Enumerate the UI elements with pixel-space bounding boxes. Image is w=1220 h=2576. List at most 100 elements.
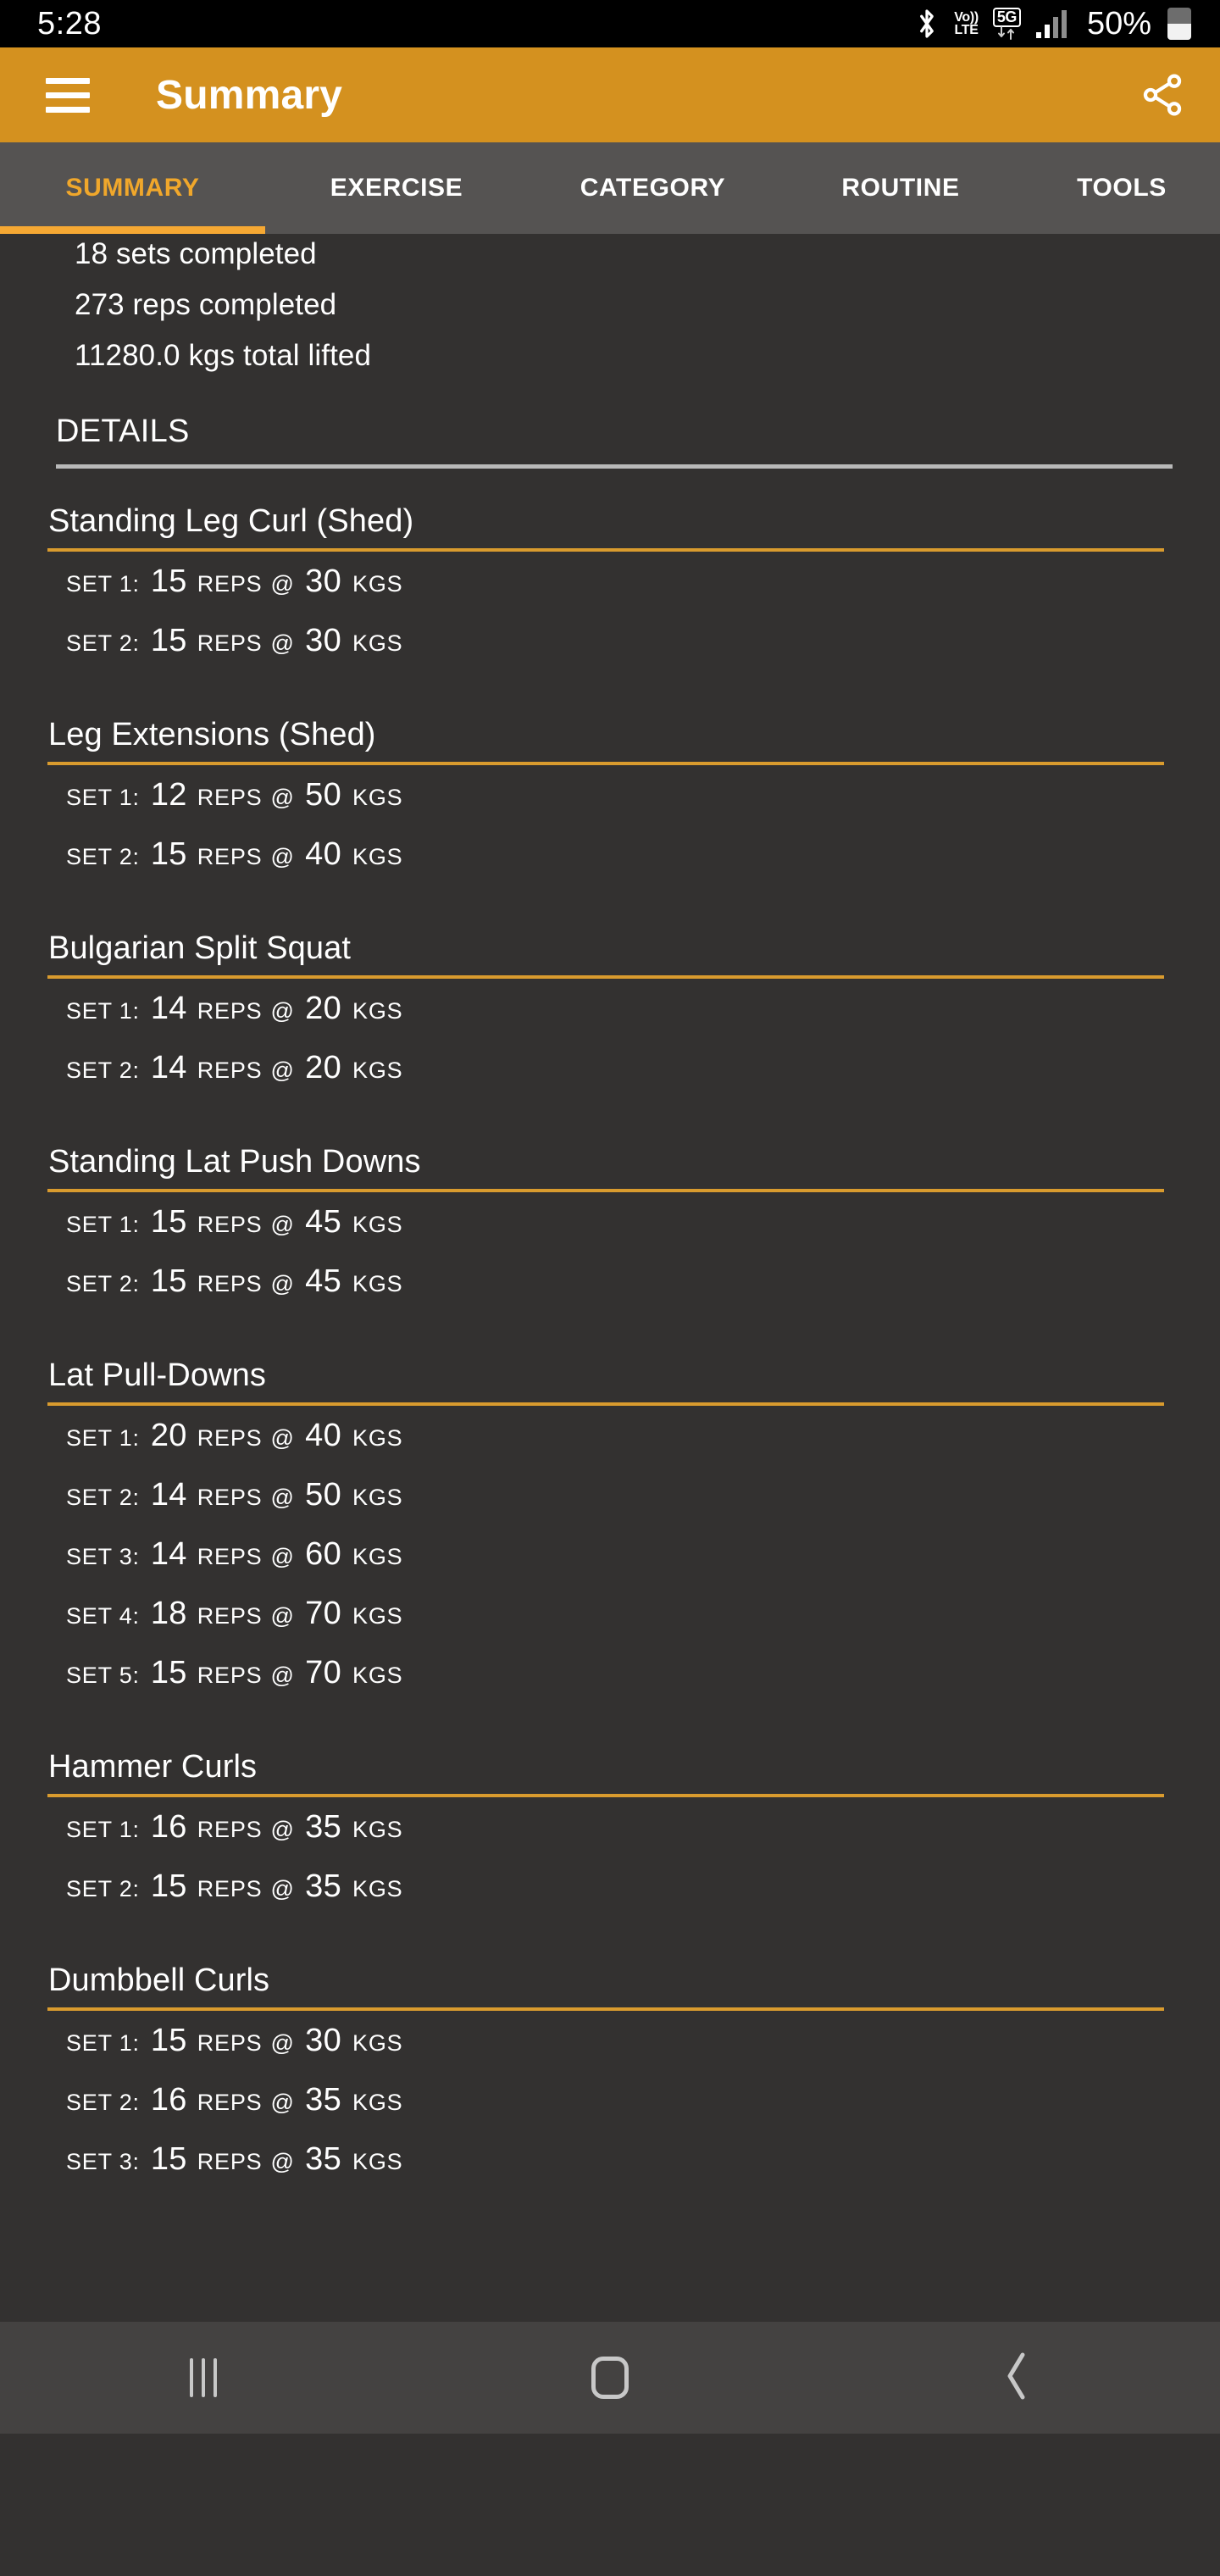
- set-at-symbol: @: [270, 1603, 295, 1629]
- set-list: SET 1: 12 REPS @50 KGS SET 2: 15 REPS @40 KGS: [47, 765, 1173, 896]
- set-row: SET 1: 12 REPS @50 KGS: [66, 777, 1173, 836]
- set-label: SET 2:: [66, 1057, 140, 1083]
- tab-tools[interactable]: TOOLS: [1023, 174, 1220, 203]
- share-icon[interactable]: [1137, 69, 1188, 120]
- set-row: SET 3: 14 REPS @60 KGS: [66, 1536, 1173, 1596]
- exercise-name: Standing Lat Push Downs: [48, 1143, 421, 1180]
- set-reps-unit: REPS: [197, 630, 263, 656]
- set-list: SET 1: 15 REPS @30 KGS SET 2: 15 REPS @30 KGS: [47, 552, 1173, 682]
- set-row: SET 2: 15 REPS @35 KGS: [66, 1868, 1173, 1928]
- exercise-block: Standing Leg Curl (Shed) SET 1: 15 REPS @30 K…: [47, 502, 1173, 682]
- exercise-block: Bulgarian Split Squat SET 1: 14 REPS @20 KGS S…: [47, 930, 1173, 1109]
- set-row: SET 2: 15 REPS @30 KGS: [66, 623, 1173, 682]
- set-weight-unit: KGS: [352, 843, 403, 869]
- set-weight-value: 40: [305, 836, 342, 872]
- set-reps-unit: REPS: [197, 1876, 263, 1902]
- set-label: SET 1:: [66, 1425, 140, 1452]
- exercise-block: Lat Pull-Downs SET 1: 20 REPS @40 KGS SET 2: 14…: [47, 1357, 1173, 1714]
- set-list: SET 1: 20 REPS @40 KGS SET 2: 14 REPS @50 KGS SET …: [47, 1406, 1173, 1714]
- set-reps-unit: REPS: [197, 784, 263, 810]
- set-reps-unit: REPS: [197, 1057, 263, 1083]
- set-label: SET 2:: [66, 843, 140, 869]
- set-reps-value: 15: [150, 1655, 187, 1691]
- app-bar: Summary: [0, 47, 1220, 142]
- set-weight-unit: KGS: [352, 1663, 403, 1689]
- set-weight-value: 30: [305, 563, 342, 599]
- set-row: SET 2: 16 REPS @35 KGS: [66, 2082, 1173, 2141]
- stat-reps-completed: 273 reps completed: [75, 288, 337, 321]
- set-reps-value: 15: [150, 622, 187, 658]
- set-row: SET 2: 15 REPS @40 KGS: [66, 836, 1173, 896]
- set-reps-value: 14: [150, 1049, 187, 1085]
- status-bar: 5:28 Vo)) LTE 5G 50%: [0, 0, 1220, 47]
- set-at-symbol: @: [270, 2090, 295, 2116]
- signal-icon: [1035, 8, 1069, 39]
- set-weight-unit: KGS: [352, 1544, 403, 1570]
- summary-scroll-area[interactable]: 18 sets completed 273 reps completed 112…: [0, 234, 1220, 2434]
- set-reps-value: 14: [150, 1477, 187, 1513]
- exercise-name: Hammer Curls: [48, 1749, 258, 1785]
- set-weight-unit: KGS: [352, 2090, 403, 2116]
- set-at-symbol: @: [270, 997, 295, 1024]
- set-row: SET 1: 14 REPS @20 KGS: [66, 991, 1173, 1050]
- set-label: SET 1:: [66, 2030, 140, 2057]
- hamburger-menu-icon[interactable]: [46, 77, 90, 113]
- home-button[interactable]: [407, 2322, 813, 2434]
- status-bar-icons: Vo)) LTE 5G 50%: [914, 7, 1191, 41]
- recents-button[interactable]: [0, 2322, 407, 2434]
- set-reps-unit: REPS: [197, 1271, 263, 1296]
- set-reps-unit: REPS: [197, 1425, 263, 1452]
- set-row: SET 3: 15 REPS @35 KGS: [66, 2141, 1173, 2201]
- set-at-symbol: @: [270, 570, 295, 597]
- set-list: SET 1: 14 REPS @20 KGS SET 2: 14 REPS @20 KGS: [47, 979, 1173, 1109]
- stat-total-lifted: 11280.0 kgs total lifted: [75, 339, 372, 372]
- set-row: SET 4: 18 REPS @70 KGS: [66, 1596, 1173, 1655]
- set-reps-value: 15: [150, 1868, 187, 1905]
- 5g-icon: 5G: [992, 8, 1021, 40]
- set-label: SET 1:: [66, 1212, 140, 1237]
- exercise-name: Dumbbell Curls: [48, 1963, 270, 1999]
- set-reps-value: 16: [150, 1809, 187, 1846]
- set-weight-unit: KGS: [352, 2149, 403, 2175]
- set-at-symbol: @: [270, 2149, 295, 2175]
- set-reps-unit: REPS: [197, 2090, 263, 2116]
- exercise-name: Leg Extensions (Shed): [48, 716, 376, 752]
- tab-routine[interactable]: ROUTINE: [778, 174, 1023, 203]
- set-weight-unit: KGS: [352, 997, 403, 1024]
- set-row: SET 1: 15 REPS @45 KGS: [66, 1204, 1173, 1263]
- tab-bar: SUMMARY EXERCISE CATEGORY ROUTINE TOOLS: [0, 142, 1220, 234]
- set-weight-unit: KGS: [352, 2030, 403, 2057]
- set-weight-value: 35: [305, 1868, 342, 1905]
- tab-summary[interactable]: SUMMARY: [0, 174, 265, 203]
- set-reps-unit: REPS: [197, 1544, 263, 1570]
- set-reps-unit: REPS: [197, 1817, 263, 1843]
- tab-exercise[interactable]: EXERCISE: [265, 174, 528, 203]
- tab-active-indicator: [0, 226, 265, 234]
- back-button[interactable]: [813, 2322, 1220, 2434]
- exercise-block: Hammer Curls SET 1: 16 REPS @35 KGS SET 2: 15 RE…: [47, 1748, 1173, 1928]
- set-weight-unit: KGS: [352, 784, 403, 810]
- set-at-symbol: @: [270, 1663, 295, 1689]
- set-reps-unit: REPS: [197, 1212, 263, 1237]
- set-reps-unit: REPS: [197, 997, 263, 1024]
- set-weight-value: 30: [305, 2023, 342, 2059]
- set-weight-value: 35: [305, 1809, 342, 1846]
- set-reps-value: 14: [150, 1536, 187, 1573]
- android-navigation-bar: [0, 2322, 1220, 2434]
- exercise-block: Dumbbell Curls SET 1: 15 REPS @30 KGS SET 2: 16…: [47, 1962, 1173, 2201]
- tab-category[interactable]: CATEGORY: [528, 174, 778, 203]
- exercise-block: Standing Lat Push Downs SET 1: 15 REPS @45 KG…: [47, 1143, 1173, 1323]
- set-reps-unit: REPS: [197, 843, 263, 869]
- set-reps-value: 15: [150, 2141, 187, 2178]
- stat-sets-completed: 18 sets completed: [75, 237, 317, 270]
- set-label: SET 2:: [66, 630, 140, 656]
- details-divider: [56, 464, 1173, 469]
- set-reps-value: 14: [150, 990, 187, 1026]
- exercise-name: Lat Pull-Downs: [48, 1357, 266, 1393]
- set-label: SET 2:: [66, 1271, 140, 1296]
- set-row: SET 2: 14 REPS @20 KGS: [66, 1050, 1173, 1109]
- workout-stats: 18 sets completed 273 reps completed 112…: [47, 234, 1173, 381]
- set-weight-unit: KGS: [352, 1057, 403, 1083]
- set-at-symbol: @: [270, 1212, 295, 1237]
- set-label: SET 1:: [66, 1817, 140, 1843]
